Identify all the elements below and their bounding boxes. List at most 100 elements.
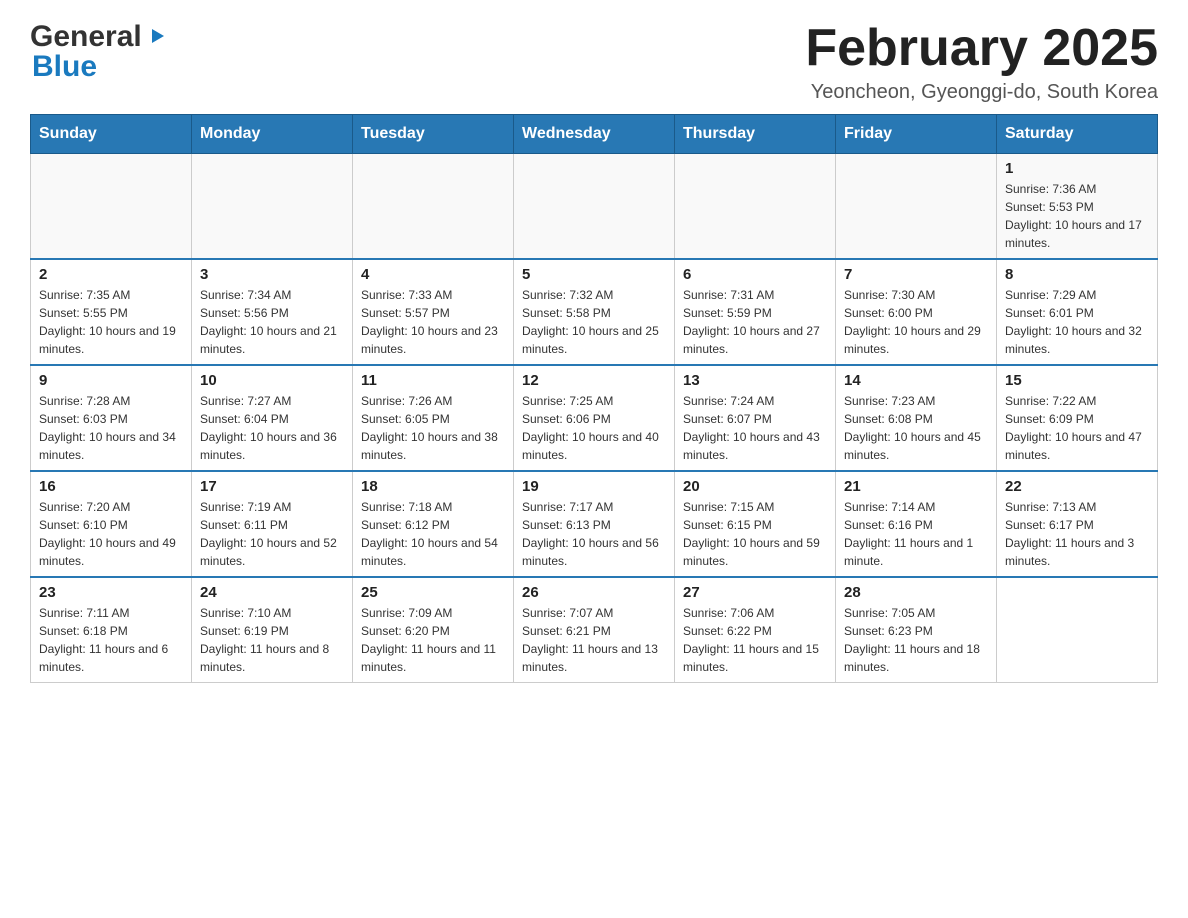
location: Yeoncheon, Gyeonggi-do, South Korea [805,81,1158,104]
day-number: 9 [39,372,183,389]
day-number: 17 [200,478,344,495]
day-info: Sunrise: 7:34 AM Sunset: 5:56 PM Dayligh… [200,286,344,358]
day-number: 27 [683,584,827,601]
day-info: Sunrise: 7:26 AM Sunset: 6:05 PM Dayligh… [361,392,505,464]
table-row: 5 Sunrise: 7:32 AM Sunset: 5:58 PM Daylig… [514,259,675,365]
day-info: Sunrise: 7:10 AM Sunset: 6:19 PM Dayligh… [200,604,344,676]
day-number: 23 [39,584,183,601]
table-row: 8 Sunrise: 7:29 AM Sunset: 6:01 PM Daylig… [997,259,1158,365]
logo-blue-text: Blue [32,50,97,84]
day-number: 26 [522,584,666,601]
table-row: 21 Sunrise: 7:14 AM Sunset: 6:16 PM Dayli… [836,471,997,577]
day-number: 16 [39,478,183,495]
table-row: 27 Sunrise: 7:06 AM Sunset: 6:22 PM Dayli… [675,577,836,683]
day-number: 28 [844,584,988,601]
day-info: Sunrise: 7:31 AM Sunset: 5:59 PM Dayligh… [683,286,827,358]
day-number: 4 [361,266,505,283]
day-info: Sunrise: 7:23 AM Sunset: 6:08 PM Dayligh… [844,392,988,464]
day-info: Sunrise: 7:24 AM Sunset: 6:07 PM Dayligh… [683,392,827,464]
day-info: Sunrise: 7:25 AM Sunset: 6:06 PM Dayligh… [522,392,666,464]
day-number: 7 [844,266,988,283]
table-row: 4 Sunrise: 7:33 AM Sunset: 5:57 PM Daylig… [353,259,514,365]
table-row [192,154,353,260]
logo-icon: General [30,20,168,54]
table-row: 17 Sunrise: 7:19 AM Sunset: 6:11 PM Dayli… [192,471,353,577]
table-row: 22 Sunrise: 7:13 AM Sunset: 6:17 PM Dayli… [997,471,1158,577]
day-info: Sunrise: 7:19 AM Sunset: 6:11 PM Dayligh… [200,498,344,570]
table-row: 11 Sunrise: 7:26 AM Sunset: 6:05 PM Dayli… [353,365,514,471]
day-number: 14 [844,372,988,389]
day-number: 25 [361,584,505,601]
table-row: 2Sunrise: 7:35 AM Sunset: 5:55 PM Daylig… [31,259,192,365]
day-info: Sunrise: 7:28 AM Sunset: 6:03 PM Dayligh… [39,392,183,464]
table-row: 23 Sunrise: 7:11 AM Sunset: 6:18 PM Dayli… [31,577,192,683]
table-row: 19Sunrise: 7:17 AM Sunset: 6:13 PM Dayli… [514,471,675,577]
day-info: Sunrise: 7:18 AM Sunset: 6:12 PM Dayligh… [361,498,505,570]
table-row: 3 Sunrise: 7:34 AM Sunset: 5:56 PM Daylig… [192,259,353,365]
col-sunday: Sunday [31,115,192,154]
day-number: 11 [361,372,505,389]
table-row: 26 Sunrise: 7:07 AM Sunset: 6:21 PM Dayli… [514,577,675,683]
day-number: 18 [361,478,505,495]
col-wednesday: Wednesday [514,115,675,154]
table-row: 10Sunrise: 7:27 AM Sunset: 6:04 PM Dayli… [192,365,353,471]
table-row [514,154,675,260]
month-title: February 2025 [805,20,1158,77]
day-number: 21 [844,478,988,495]
day-info: Sunrise: 7:07 AM Sunset: 6:21 PM Dayligh… [522,604,666,676]
table-row: 18 Sunrise: 7:18 AM Sunset: 6:12 PM Dayli… [353,471,514,577]
day-info: Sunrise: 7:30 AM Sunset: 6:00 PM Dayligh… [844,286,988,358]
day-info: Sunrise: 7:36 AM Sunset: 5:53 PM Dayligh… [1005,180,1149,252]
day-number: 8 [1005,266,1149,283]
col-saturday: Saturday [997,115,1158,154]
logo-arrow-icon [146,25,168,52]
day-info: Sunrise: 7:17 AM Sunset: 6:13 PM Dayligh… [522,498,666,570]
logo-general-text: General [30,20,142,54]
day-number: 13 [683,372,827,389]
day-number: 12 [522,372,666,389]
day-number: 22 [1005,478,1149,495]
day-info: Sunrise: 7:14 AM Sunset: 6:16 PM Dayligh… [844,498,988,570]
table-row: 25 Sunrise: 7:09 AM Sunset: 6:20 PM Dayli… [353,577,514,683]
day-info: Sunrise: 7:15 AM Sunset: 6:15 PM Dayligh… [683,498,827,570]
page-header: General Blue February 2025 Yeoncheon, Gy… [30,20,1158,104]
calendar-week-row: 23 Sunrise: 7:11 AM Sunset: 6:18 PM Dayli… [31,577,1158,683]
col-thursday: Thursday [675,115,836,154]
day-info: Sunrise: 7:29 AM Sunset: 6:01 PM Dayligh… [1005,286,1149,358]
day-info: Sunrise: 7:05 AM Sunset: 6:23 PM Dayligh… [844,604,988,676]
table-row: 20 Sunrise: 7:15 AM Sunset: 6:15 PM Dayli… [675,471,836,577]
day-number: 2 [39,266,183,283]
table-row: 7 Sunrise: 7:30 AM Sunset: 6:00 PM Daylig… [836,259,997,365]
table-row [836,154,997,260]
table-row: 13 Sunrise: 7:24 AM Sunset: 6:07 PM Dayli… [675,365,836,471]
day-info: Sunrise: 7:06 AM Sunset: 6:22 PM Dayligh… [683,604,827,676]
day-info: Sunrise: 7:32 AM Sunset: 5:58 PM Dayligh… [522,286,666,358]
day-info: Sunrise: 7:33 AM Sunset: 5:57 PM Dayligh… [361,286,505,358]
table-row [31,154,192,260]
day-number: 3 [200,266,344,283]
table-row: 1Sunrise: 7:36 AM Sunset: 5:53 PM Daylig… [997,154,1158,260]
day-info: Sunrise: 7:22 AM Sunset: 6:09 PM Dayligh… [1005,392,1149,464]
table-row: 6Sunrise: 7:31 AM Sunset: 5:59 PM Daylig… [675,259,836,365]
day-info: Sunrise: 7:11 AM Sunset: 6:18 PM Dayligh… [39,604,183,676]
table-row: 14 Sunrise: 7:23 AM Sunset: 6:08 PM Dayli… [836,365,997,471]
day-info: Sunrise: 7:09 AM Sunset: 6:20 PM Dayligh… [361,604,505,676]
logo: General Blue [30,20,168,84]
title-section: February 2025 Yeoncheon, Gyeonggi-do, So… [805,20,1158,104]
calendar-week-row: 9 Sunrise: 7:28 AM Sunset: 6:03 PM Daylig… [31,365,1158,471]
day-number: 15 [1005,372,1149,389]
day-info: Sunrise: 7:27 AM Sunset: 6:04 PM Dayligh… [200,392,344,464]
day-info: Sunrise: 7:20 AM Sunset: 6:10 PM Dayligh… [39,498,183,570]
day-number: 5 [522,266,666,283]
col-tuesday: Tuesday [353,115,514,154]
calendar-table: Sunday Monday Tuesday Wednesday Thursday… [30,114,1158,683]
table-row: 24 Sunrise: 7:10 AM Sunset: 6:19 PM Dayli… [192,577,353,683]
day-number: 20 [683,478,827,495]
table-row [353,154,514,260]
table-row: 12 Sunrise: 7:25 AM Sunset: 6:06 PM Dayli… [514,365,675,471]
day-info: Sunrise: 7:13 AM Sunset: 6:17 PM Dayligh… [1005,498,1149,570]
day-number: 24 [200,584,344,601]
table-row: 28 Sunrise: 7:05 AM Sunset: 6:23 PM Dayli… [836,577,997,683]
table-row: 9 Sunrise: 7:28 AM Sunset: 6:03 PM Daylig… [31,365,192,471]
table-row: 15 Sunrise: 7:22 AM Sunset: 6:09 PM Dayli… [997,365,1158,471]
